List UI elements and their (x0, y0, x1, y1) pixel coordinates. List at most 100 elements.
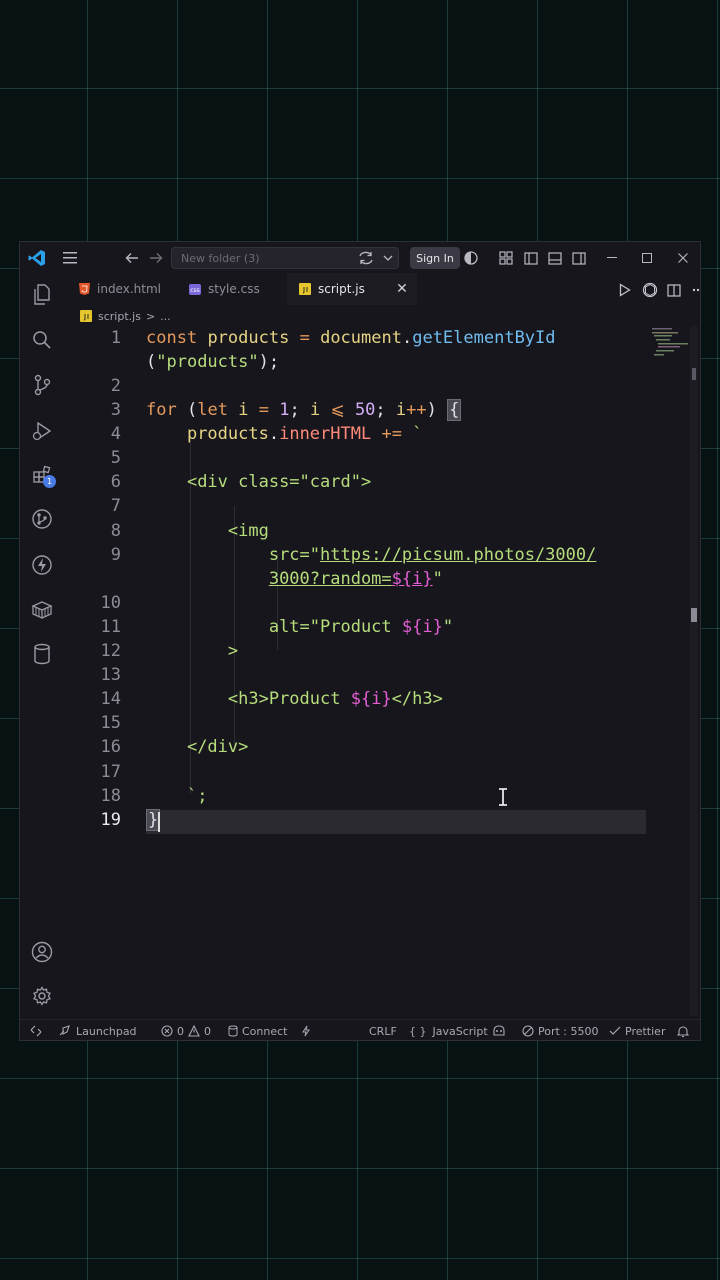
gear-icon[interactable] (30, 984, 54, 1008)
source-control-icon[interactable] (30, 373, 54, 397)
code-token: " (432, 569, 443, 589)
code-token: ) (426, 400, 437, 420)
connect-status[interactable]: Connect (228, 1020, 288, 1040)
more-actions-icon[interactable] (689, 281, 700, 299)
code-line-12: > (146, 639, 238, 663)
line-number: 7 (110, 496, 121, 516)
code-token: ${i} (391, 569, 433, 589)
maximize-icon[interactable] (637, 248, 657, 268)
sync-icon[interactable] (356, 248, 376, 268)
notifications-bell-icon[interactable] (677, 1020, 693, 1040)
search-icon[interactable] (30, 328, 54, 352)
ibeam-cursor-icon (497, 788, 509, 811)
code-token: let (197, 400, 228, 420)
line-number: 3 (110, 400, 121, 420)
toggle-sidebar-icon[interactable] (521, 248, 541, 268)
line-number: 10 (100, 593, 121, 613)
code-token: = (299, 328, 310, 348)
explorer-icon[interactable] (30, 283, 54, 307)
code-token: 50 (354, 400, 376, 420)
layout-customize-icon[interactable] (496, 248, 516, 268)
line-number: 1 (110, 328, 121, 348)
eol-status[interactable]: CRLF (369, 1020, 397, 1040)
code-token: products (186, 424, 269, 444)
vertical-scrollbar[interactable] (690, 326, 698, 1016)
warning-icon (188, 1025, 200, 1037)
js-file-icon (298, 282, 312, 296)
prettier-status[interactable]: Prettier (609, 1020, 666, 1040)
code-token-link[interactable]: https://picsum.photos/3000/ (320, 545, 596, 565)
split-editor-icon[interactable] (665, 281, 683, 299)
text-cursor (158, 812, 160, 832)
close-tab-icon[interactable]: ✕ (394, 281, 410, 297)
line-number: 11 (100, 617, 121, 637)
language-status[interactable]: { } JavaScript (409, 1020, 488, 1040)
chevron-down-icon[interactable] (379, 248, 397, 268)
accounts-toggle-icon[interactable] (461, 248, 481, 268)
code-token: <div class="card"> (186, 472, 372, 492)
toggle-secondary-sidebar-icon[interactable] (569, 248, 589, 268)
extensions-icon[interactable]: 1 (30, 463, 56, 488)
remote-icon[interactable] (30, 1020, 46, 1040)
code-token-link[interactable]: 3000?random= (269, 569, 392, 589)
js-file-icon (80, 310, 92, 322)
code-token: = (258, 400, 269, 420)
code-line-1: const products = document.getElementById (146, 326, 556, 350)
line-number: 12 (100, 641, 121, 661)
breadcrumb[interactable]: script.js > ... (80, 308, 171, 324)
git-graph-icon[interactable] (30, 507, 54, 531)
code-token: ; (375, 400, 386, 420)
thunder-client-icon[interactable] (30, 553, 54, 577)
css-file-icon: css (188, 282, 202, 296)
containers-icon[interactable] (30, 598, 54, 622)
line-number: 2 (110, 376, 121, 396)
sign-in-button[interactable]: Sign In (410, 247, 460, 269)
code-editor[interactable]: 1 2 3 4 5 6 7 8 9 10 11 12 13 14 15 16 1… (65, 326, 695, 1016)
tab-style-css[interactable]: css style.css (177, 273, 285, 305)
minimize-icon[interactable] (602, 248, 622, 268)
breadcrumb-file[interactable]: script.js (98, 310, 141, 323)
connect-label: Connect (242, 1024, 288, 1038)
breadcrumb-separator: > (145, 309, 156, 323)
code-line-9-wrap: 3000?random=${i}" (146, 567, 443, 591)
tab-label: script.js (318, 282, 365, 296)
code-token: ; (289, 400, 300, 420)
database-icon[interactable] (30, 642, 54, 666)
close-window-icon[interactable] (673, 248, 693, 268)
warning-count: 0 (204, 1024, 211, 1038)
line-number: 8 (110, 521, 121, 541)
copilot-icon[interactable] (641, 281, 659, 299)
code-token: . (268, 424, 280, 444)
back-arrow-icon[interactable] (122, 248, 142, 268)
code-token: ` (412, 424, 423, 444)
launchpad-status[interactable]: Launchpad (58, 1020, 137, 1040)
svg-text:css: css (190, 287, 200, 294)
scrollbar-thumb[interactable] (692, 368, 696, 380)
html-file-icon (77, 282, 91, 296)
line-number: 17 (100, 762, 121, 782)
accounts-icon[interactable] (30, 940, 54, 964)
tab-index-html[interactable]: index.html (65, 273, 175, 305)
port-label: Port : 5500 (538, 1024, 599, 1038)
copilot-status-icon[interactable] (492, 1020, 510, 1040)
code-token: ( (186, 400, 198, 420)
code-token: alt="Product (268, 617, 402, 637)
minimap[interactable] (650, 326, 690, 366)
code-token: "products" (156, 352, 259, 372)
breadcrumb-rest[interactable]: ... (160, 310, 171, 323)
problems-status[interactable]: 0 0 (161, 1020, 211, 1040)
thunder-icon[interactable] (301, 1020, 315, 1040)
tab-script-js[interactable]: script.js ✕ (287, 273, 417, 305)
toggle-panel-icon[interactable] (545, 248, 565, 268)
run-code-icon[interactable] (616, 281, 634, 299)
code-token: " (442, 617, 454, 637)
run-debug-icon[interactable] (30, 419, 54, 443)
forward-arrow-icon[interactable] (146, 248, 166, 268)
prettier-label: Prettier (625, 1024, 666, 1038)
menu-icon[interactable] (60, 248, 80, 268)
line-number-current: 19 (100, 810, 121, 830)
rocket-icon (59, 1025, 70, 1036)
line-number: 18 (100, 786, 121, 806)
code-line-1-wrap: ("products"); (146, 350, 279, 374)
live-server-status[interactable]: Port : 5500 (522, 1020, 599, 1040)
